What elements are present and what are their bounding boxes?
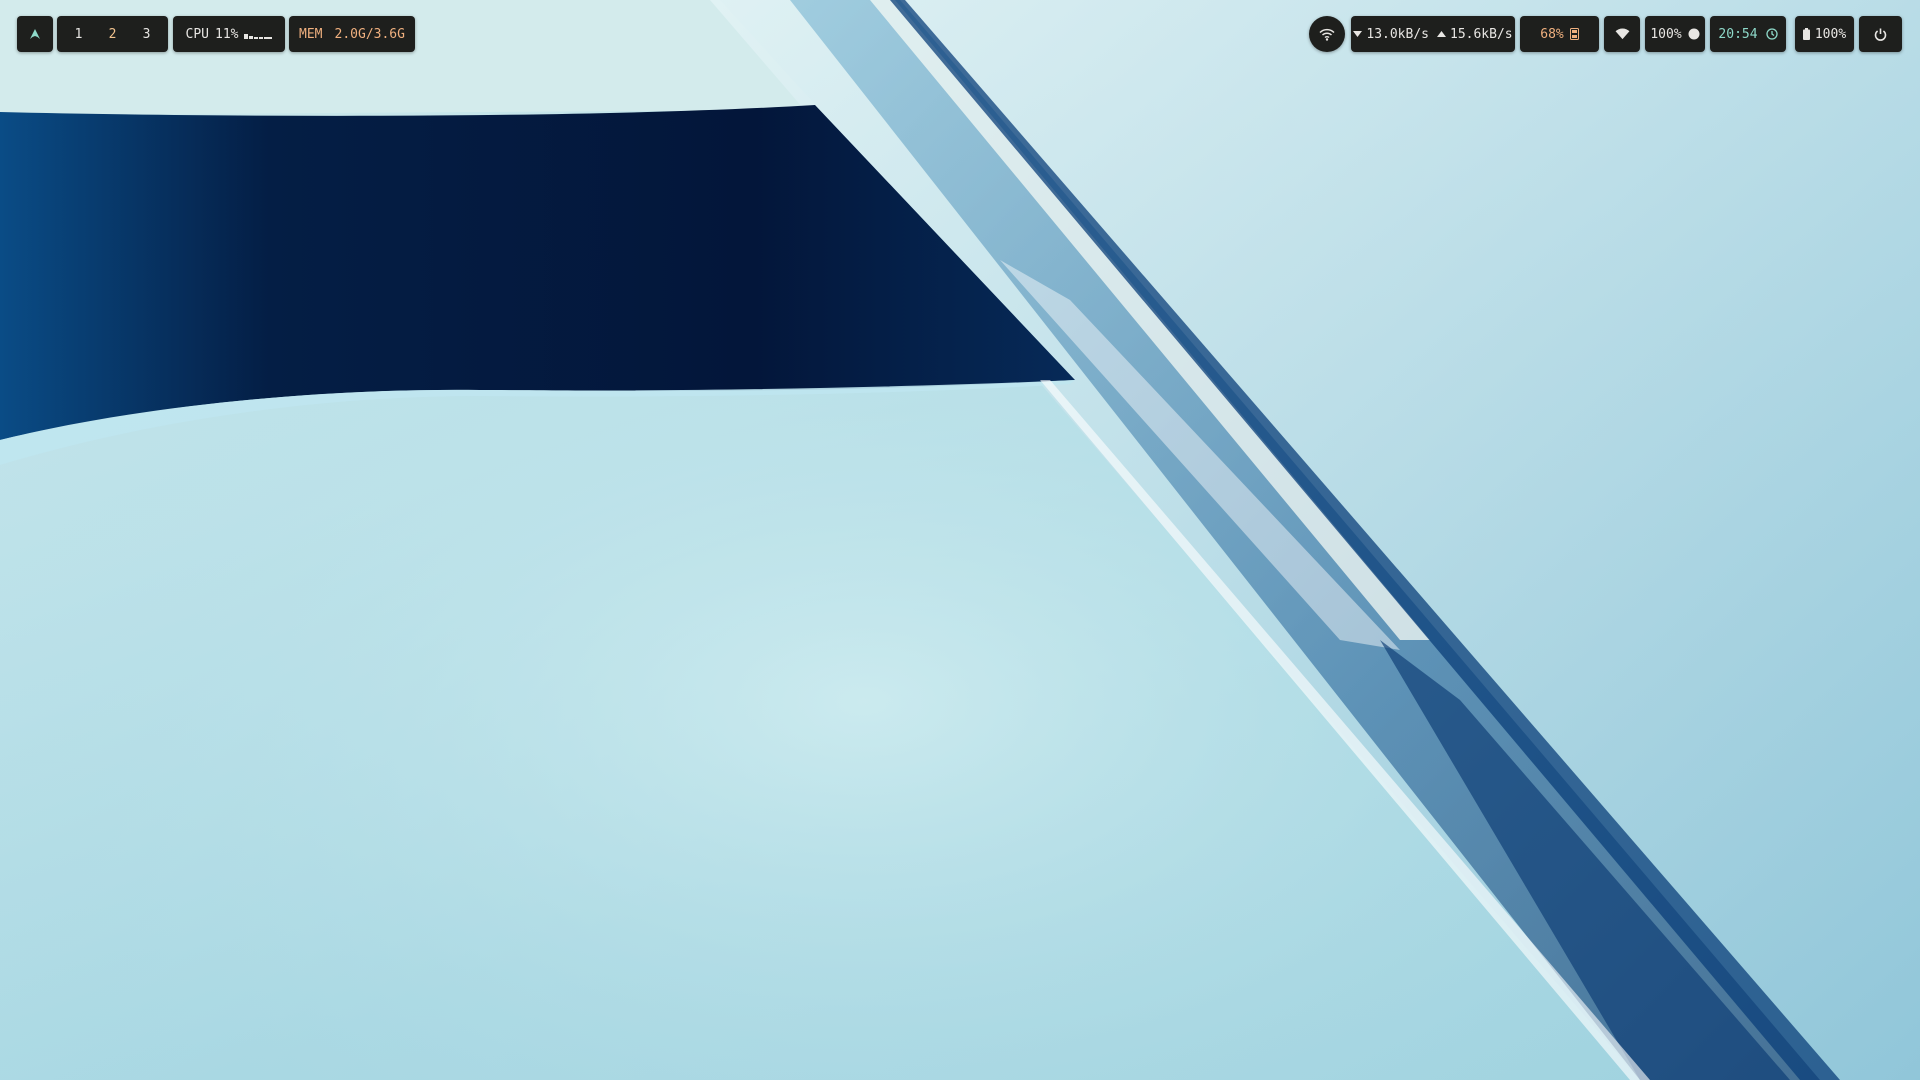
cpu-value: 11% — [215, 26, 239, 42]
network-speed-widget[interactable]: 13.0kB/s 15.6kB/s — [1351, 16, 1515, 52]
wifi-status-widget[interactable] — [1604, 16, 1640, 52]
launcher-button[interactable] — [17, 16, 53, 52]
cpu-widget[interactable]: CPU 11% — [173, 16, 285, 52]
memory-value: 2.0G/3.6G — [334, 26, 405, 42]
clock-time: 20:54 — [1718, 26, 1758, 42]
wifi-icon — [1615, 28, 1629, 40]
disk-widget[interactable]: 68% — [1520, 16, 1599, 52]
memory-widget[interactable]: MEM 2.0G/3.6G — [289, 16, 415, 52]
clock-widget[interactable]: 20:54 — [1710, 16, 1786, 52]
network-button[interactable] — [1309, 16, 1345, 52]
workspace-2[interactable]: 2 — [96, 27, 130, 42]
download-arrow-icon — [1353, 31, 1363, 37]
workspace-1[interactable]: 1 — [62, 27, 96, 42]
power-icon — [1874, 28, 1887, 41]
workspace-switcher: 1 2 3 — [57, 16, 168, 52]
battery-widget[interactable]: 100% — [1795, 16, 1854, 52]
disk-value: 68% — [1540, 26, 1564, 42]
desktop: 1 2 3 CPU 11% MEM 2.0G/3.6G 13.0kB/s 15.… — [0, 0, 1920, 1080]
workspace-3[interactable]: 3 — [130, 27, 164, 42]
volume-dot-icon — [1688, 28, 1700, 40]
power-button[interactable] — [1859, 16, 1902, 52]
battery-icon — [1802, 28, 1810, 40]
cpu-usage-sparkline — [244, 29, 273, 39]
wallpaper — [0, 0, 1920, 1080]
upload-speed: 15.6kB/s — [1450, 26, 1513, 42]
disk-icon — [1569, 28, 1579, 40]
battery-value: 100% — [1814, 26, 1847, 42]
volume-value: 100% — [1650, 26, 1682, 42]
upload-arrow-icon — [1437, 31, 1446, 37]
volume-widget[interactable]: 100% — [1645, 16, 1705, 52]
memory-label: MEM — [299, 26, 323, 42]
wifi-icon — [1319, 28, 1335, 41]
clock-icon — [1765, 28, 1778, 40]
download-speed: 13.0kB/s — [1366, 26, 1429, 42]
arch-logo-icon — [30, 29, 40, 39]
cpu-label: CPU — [185, 26, 209, 42]
